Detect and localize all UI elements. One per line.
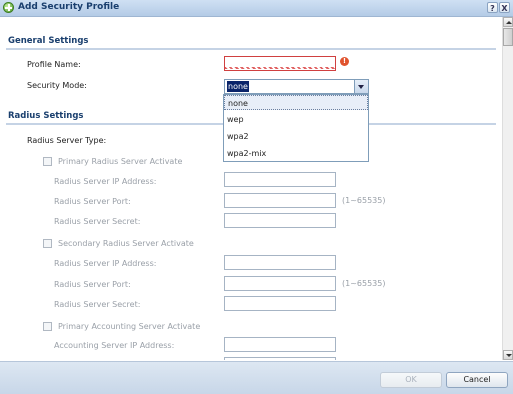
primary-radius-activate-checkbox[interactable] xyxy=(43,157,52,166)
dialog-title: Add Security Profile xyxy=(18,2,120,12)
security-mode-option-none[interactable]: none xyxy=(224,95,368,110)
security-mode-dropdown-list: none wep wpa2 wpa2-mix xyxy=(223,94,369,162)
warning-icon: ! xyxy=(340,57,349,66)
secondary-radius-port-label: Radius Server Port: xyxy=(54,280,131,289)
secondary-radius-activate-label: Secondary Radius Server Activate xyxy=(58,239,194,248)
scrollbar-thumb[interactable] xyxy=(503,28,513,46)
primary-accounting-activate-checkbox[interactable] xyxy=(43,322,52,331)
primary-radius-secret-input[interactable] xyxy=(224,213,336,228)
security-mode-label: Security Mode: xyxy=(27,81,87,90)
secondary-radius-secret-input[interactable] xyxy=(224,296,336,311)
scroll-down-icon[interactable] xyxy=(503,350,513,360)
chevron-down-icon[interactable] xyxy=(354,80,368,93)
security-mode-option-wpa2-mix[interactable]: wpa2-mix xyxy=(224,146,368,161)
radius-server-type-label: Radius Server Type: xyxy=(27,136,107,145)
accounting-port-input[interactable] xyxy=(224,357,336,360)
profile-name-input[interactable] xyxy=(224,56,336,71)
general-settings-divider xyxy=(6,48,496,50)
secondary-radius-port-input[interactable] xyxy=(224,276,336,291)
cancel-button[interactable]: Cancel xyxy=(446,372,508,388)
help-button[interactable]: ? xyxy=(487,2,498,13)
dialog-footer: OK Cancel xyxy=(0,361,513,394)
security-mode-selected-value: none xyxy=(227,81,249,92)
secondary-radius-ip-label: Radius Server IP Address: xyxy=(54,259,157,268)
title-bar: Add Security Profile ? X xyxy=(0,0,513,17)
primary-radius-port-label: Radius Server Port: xyxy=(54,197,131,206)
add-circle-icon xyxy=(3,2,14,13)
primary-radius-port-hint: (1~65535) xyxy=(342,196,386,205)
add-security-profile-dialog: Add Security Profile ? X General Setting… xyxy=(0,0,513,394)
secondary-radius-activate-checkbox[interactable] xyxy=(43,239,52,248)
general-settings-header: General Settings xyxy=(8,36,89,46)
secondary-radius-port-hint: (1~65535) xyxy=(342,279,386,288)
accounting-ip-input[interactable] xyxy=(224,337,336,352)
secondary-radius-secret-label: Radius Server Secret: xyxy=(54,300,141,309)
security-mode-option-wpa2[interactable]: wpa2 xyxy=(224,129,368,144)
radius-settings-header: Radius Settings xyxy=(8,111,84,121)
primary-radius-activate-label: Primary Radius Server Activate xyxy=(58,157,183,166)
primary-radius-port-input[interactable] xyxy=(224,193,336,208)
secondary-radius-ip-input[interactable] xyxy=(224,255,336,270)
primary-radius-ip-label: Radius Server IP Address: xyxy=(54,177,157,186)
scroll-up-icon[interactable] xyxy=(503,17,513,27)
close-button[interactable]: X xyxy=(499,2,510,13)
profile-name-label: Profile Name: xyxy=(27,60,81,69)
primary-accounting-activate-label: Primary Accounting Server Activate xyxy=(58,322,201,331)
primary-radius-ip-input[interactable] xyxy=(224,172,336,187)
security-mode-select[interactable]: none xyxy=(224,79,369,94)
security-mode-option-wep[interactable]: wep xyxy=(224,112,368,127)
ok-button[interactable]: OK xyxy=(380,372,442,388)
form-content: General Settings Profile Name: ! Securit… xyxy=(0,17,501,360)
accounting-ip-label: Accounting Server IP Address: xyxy=(54,341,175,350)
primary-radius-secret-label: Radius Server Secret: xyxy=(54,217,141,226)
vertical-scrollbar[interactable] xyxy=(502,17,513,360)
